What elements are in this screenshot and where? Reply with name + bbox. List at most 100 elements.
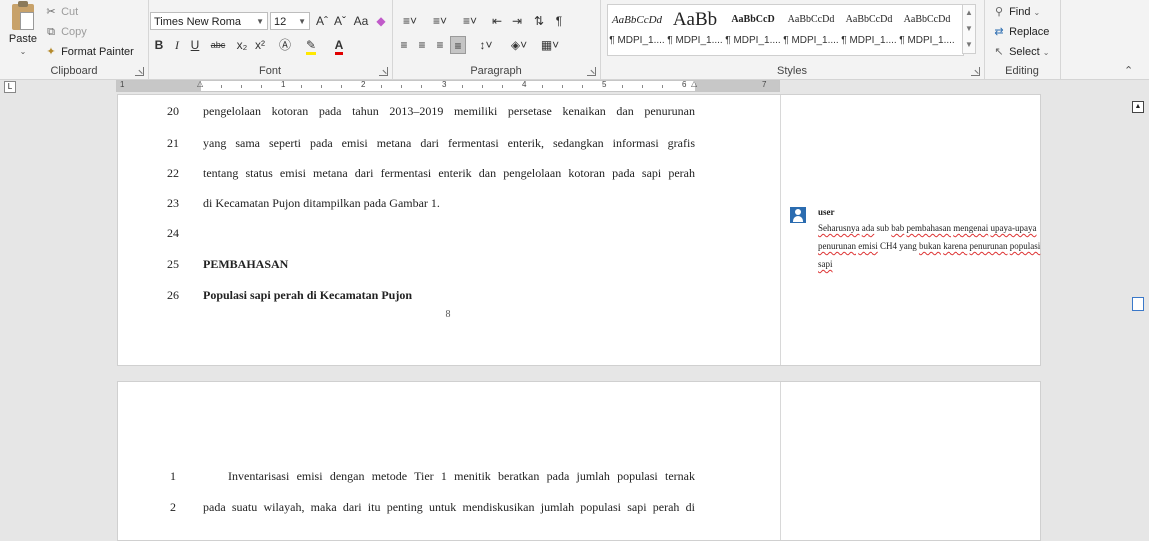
line-spacing-icon[interactable]: ↕˅ bbox=[472, 36, 500, 54]
page-number: 8 bbox=[445, 309, 451, 320]
ruler-tick bbox=[421, 85, 422, 88]
ruler-tick bbox=[662, 85, 663, 88]
font-launcher-icon[interactable] bbox=[379, 67, 388, 76]
align-right-icon[interactable]: ≡ bbox=[432, 36, 448, 54]
italic-button[interactable]: I bbox=[170, 36, 184, 54]
vertical-scrollbar[interactable]: ▲ bbox=[1129, 95, 1149, 522]
grow-font-button[interactable]: Aˆ bbox=[314, 12, 330, 30]
copy-icon: ⧉ bbox=[47, 26, 55, 38]
horizontal-ruler[interactable]: 1 1 2 3 4 5 6 7 △ △ bbox=[116, 79, 780, 92]
shrink-font-button[interactable]: Aˇ bbox=[332, 12, 348, 30]
numbering-icon[interactable]: ≡˅ bbox=[426, 12, 454, 30]
chevron-down-icon[interactable]: ▼ bbox=[256, 13, 264, 31]
bold-button[interactable]: B bbox=[152, 36, 166, 54]
font-name-combo[interactable]: Times New Roma ▼ bbox=[150, 12, 268, 30]
paragraph-group: ≡˅ ≡˅ ≡˅ ⇤ ⇥ ⇅ ¶ ≡ ≡ ≡ ≡ ↕˅ ◈˅ ▦˅ Paragr… bbox=[392, 0, 601, 79]
document-page[interactable]: 20 pengelolaan kotoran pada tahun 2013–2… bbox=[117, 94, 1041, 366]
copy-button[interactable]: ⧉ Copy bbox=[44, 24, 87, 40]
sort-icon[interactable]: ⇅ bbox=[530, 12, 548, 30]
collapse-ribbon-icon[interactable]: ⌃ bbox=[1124, 64, 1133, 77]
ruler-tick bbox=[642, 85, 643, 88]
style-item[interactable]: AaBbCcDd ¶ MDPI_1.... bbox=[840, 5, 898, 55]
subscript-button[interactable]: x₂ bbox=[234, 36, 250, 54]
ruler-tick bbox=[301, 85, 302, 88]
document-line: 22 tentang status emisi metana dari ferm… bbox=[167, 166, 695, 180]
multilevel-list-icon[interactable]: ≡˅ bbox=[456, 12, 484, 30]
underline-button[interactable]: U bbox=[188, 36, 202, 54]
paste-button[interactable]: Paste ⌄ bbox=[6, 1, 40, 57]
chevron-down-icon[interactable]: ⌄ bbox=[1043, 48, 1050, 57]
clipboard-icon bbox=[12, 1, 34, 30]
change-case-button[interactable]: Aa bbox=[350, 12, 372, 30]
align-left-icon[interactable]: ≡ bbox=[396, 36, 412, 54]
more-styles-icon[interactable]: ▼ bbox=[963, 37, 975, 53]
subsection-heading[interactable]: Populasi sapi perah di Kecamatan Pujon bbox=[203, 285, 695, 305]
font-label: Font bbox=[258, 65, 281, 77]
select-button[interactable]: ↖ Select ⌄ bbox=[992, 44, 1049, 60]
increase-indent-icon[interactable]: ⇥ bbox=[508, 12, 526, 30]
document-line: 25 PEMBAHASAN bbox=[118, 254, 778, 274]
clipboard-label: Clipboard bbox=[50, 65, 98, 77]
ruler-tick bbox=[241, 85, 242, 88]
chevron-down-icon[interactable]: ▼ bbox=[963, 21, 975, 37]
scroll-up-icon[interactable]: ▲ bbox=[1132, 101, 1144, 113]
style-item[interactable]: AaBbCcDd ¶ MDPI_1.... bbox=[608, 5, 666, 55]
chevron-down-icon[interactable]: ▼ bbox=[298, 13, 306, 31]
align-center-icon[interactable]: ≡ bbox=[414, 36, 430, 54]
document-page[interactable]: 1 Inventarisasi emisi dengan metode Tier… bbox=[117, 381, 1041, 541]
bullets-icon[interactable]: ≡˅ bbox=[396, 12, 424, 30]
borders-icon[interactable]: ▦˅ bbox=[536, 36, 564, 54]
format-painter-button[interactable]: ✦ Format Painter bbox=[44, 44, 133, 60]
highlight-color-button[interactable]: ✎ bbox=[298, 36, 324, 55]
ruler-tick bbox=[482, 85, 483, 88]
clear-formatting-icon[interactable]: ◆ bbox=[374, 12, 388, 30]
editing-group: ⚲ Find ⌄ ⇄ Replace ↖ Select ⌄ Editing bbox=[984, 0, 1061, 79]
ruler-tick bbox=[562, 85, 563, 88]
styles-launcher-icon[interactable] bbox=[971, 67, 980, 76]
font-size-combo[interactable]: 12 ▼ bbox=[270, 12, 310, 30]
ruler-tick bbox=[221, 85, 222, 88]
shading-icon[interactable]: ◈˅ bbox=[504, 36, 534, 54]
indent-marker-icon[interactable]: △ bbox=[197, 79, 203, 88]
ruler-tick bbox=[381, 85, 382, 88]
find-button[interactable]: ⚲ Find ⌄ bbox=[992, 4, 1040, 20]
chevron-up-icon[interactable]: ▲ bbox=[963, 5, 975, 21]
chevron-down-icon[interactable]: ⌄ bbox=[1034, 8, 1041, 17]
font-name-value: Times New Roma bbox=[154, 16, 241, 28]
document-line: 23 di Kecamatan Pujon ditampilkan pada G… bbox=[167, 196, 440, 210]
show-formatting-button[interactable]: ¶ bbox=[552, 12, 566, 30]
ruler-tick bbox=[582, 85, 583, 88]
justify-icon[interactable]: ≡ bbox=[450, 36, 466, 54]
search-icon: ⚲ bbox=[994, 6, 1004, 18]
style-item[interactable]: AaBbCcDd ¶ MDPI_1.... bbox=[782, 5, 840, 55]
cut-button[interactable]: ✂ Cut bbox=[44, 4, 78, 20]
ruler-tick bbox=[622, 85, 623, 88]
font-color-button[interactable]: A bbox=[326, 36, 352, 55]
ruler-tick bbox=[462, 85, 463, 88]
styles-scroll: ▲ ▼ ▼ bbox=[962, 4, 976, 54]
scroll-thumb[interactable] bbox=[1132, 297, 1144, 311]
paragraph-launcher-icon[interactable] bbox=[587, 67, 596, 76]
decrease-indent-icon[interactable]: ⇤ bbox=[488, 12, 506, 30]
style-item[interactable]: AaBb ¶ MDPI_1.... bbox=[666, 5, 724, 55]
superscript-button[interactable]: x² bbox=[252, 36, 268, 54]
chevron-down-icon[interactable]: ⌄ bbox=[20, 47, 27, 56]
markup-area-divider bbox=[780, 382, 781, 540]
clipboard-launcher-icon[interactable] bbox=[135, 67, 144, 76]
ruler-tick bbox=[261, 85, 262, 88]
section-heading[interactable]: PEMBAHASAN bbox=[203, 254, 695, 274]
replace-button[interactable]: ⇄ Replace bbox=[992, 24, 1049, 40]
scissors-icon: ✂ bbox=[46, 6, 56, 18]
style-item[interactable]: AaBbCcDd ¶ MDPI_1.... bbox=[898, 5, 956, 55]
font-group: Times New Roma ▼ 12 ▼ Aˆ Aˇ Aa ◆ B I U a… bbox=[148, 0, 393, 79]
editing-label: Editing bbox=[1005, 65, 1039, 77]
document-line: 21 yang sama seperti pada emisi metana d… bbox=[167, 136, 695, 150]
style-item[interactable]: AaBbCcD ¶ MDPI_1.... bbox=[724, 5, 782, 55]
tab-selector[interactable]: L bbox=[4, 81, 16, 93]
clipboard-group: Paste ⌄ ✂ Cut ⧉ Copy ✦ Format Painter Cl… bbox=[0, 0, 149, 79]
left-margin bbox=[117, 81, 201, 91]
strikethrough-button[interactable]: abc bbox=[206, 36, 230, 54]
comment-text[interactable]: Seharusnya ada sub bab pembahasan mengen… bbox=[818, 219, 1043, 273]
right-indent-marker-icon[interactable]: △ bbox=[691, 79, 697, 88]
text-effects-icon[interactable]: Ⓐ bbox=[274, 36, 296, 54]
